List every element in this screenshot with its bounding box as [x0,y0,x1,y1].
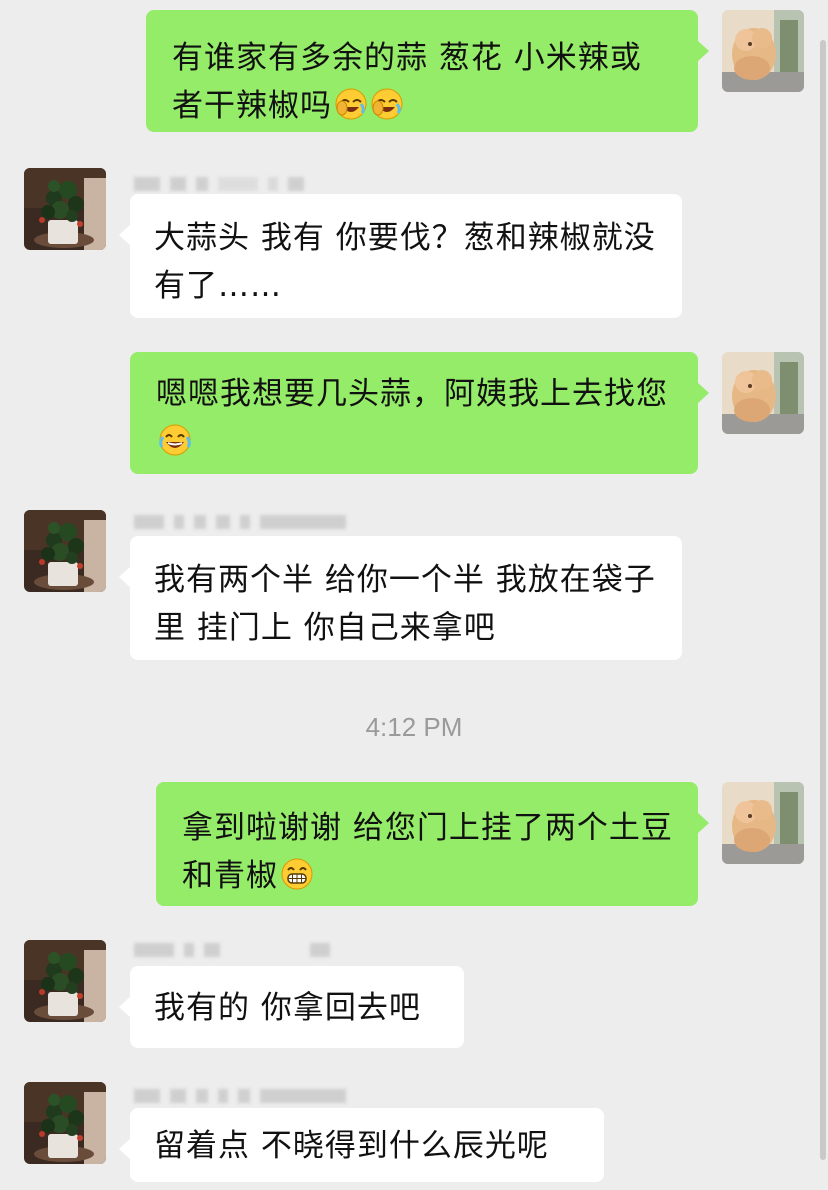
my-message-bubble[interactable]: 有谁家有多余的蒜 葱花 小米辣或者干辣椒吗 [146,10,709,132]
message-timestamp: 4:12 PM [365,712,463,742]
message-text: 拿到啦谢谢 给您门上挂了两个土豆和青椒 [182,810,673,894]
my-message-bubble[interactable]: 拿到啦谢谢 给您门上挂了两个土豆和青椒 [156,782,709,906]
dog-photo-icon [722,782,804,864]
potted-plant-photo-icon [24,510,106,592]
redacted-sender-name [134,942,330,958]
message-text: 我有两个半 给你一个半 我放在袋子里 挂门上 你自己来拿吧 [154,562,656,646]
potted-plant-photo-icon [24,1082,106,1164]
redacted-sender-name [134,1088,346,1104]
contact-avatar[interactable] [24,1082,106,1164]
dog-photo-icon [722,352,804,434]
contact-message-bubble[interactable]: 我有两个半 给你一个半 我放在袋子里 挂门上 你自己来拿吧 [119,536,682,660]
contact-message-bubble[interactable]: 我有的 你拿回去吧 [119,966,464,1048]
my-avatar[interactable] [722,352,804,434]
message-text: 我有的 你拿回去吧 [154,990,421,1026]
scrollbar[interactable] [820,40,826,1160]
redacted-sender-name [134,514,346,530]
facepalm-laugh-emoji-icon [370,87,404,121]
contact-message-bubble[interactable]: 大蒜头 我有 你要伐？葱和辣椒就没有了…… [119,194,682,318]
my-avatar[interactable] [722,782,804,864]
grin-emoji-icon [280,857,314,891]
dog-photo-icon [722,10,804,92]
message-text: 大蒜头 我有 你要伐？葱和辣椒就没有了…… [154,220,656,304]
my-avatar[interactable] [722,10,804,92]
contact-avatar[interactable] [24,510,106,592]
contact-avatar[interactable] [24,940,106,1022]
facepalm-laugh-emoji-icon [334,87,368,121]
message-text: 留着点 不晓得到什么辰光呢 [154,1128,549,1164]
message-text: 有谁家有多余的蒜 葱花 小米辣或者干辣椒吗 [172,40,642,124]
my-message-bubble[interactable]: 嗯嗯我想要几头蒜，阿姨我上去找您 [130,352,709,474]
message-text: 嗯嗯我想要几头蒜，阿姨我上去找您 [156,376,668,412]
tears-of-joy-emoji-icon [158,423,192,457]
chat-area[interactable]: 有谁家有多余的蒜 葱花 小米辣或者干辣椒吗 大蒜头 我有 你要伐？葱和辣椒就没有… [0,0,828,1190]
potted-plant-photo-icon [24,168,106,250]
contact-avatar[interactable] [24,168,106,250]
contact-message-bubble[interactable]: 留着点 不晓得到什么辰光呢 [119,1108,604,1182]
potted-plant-photo-icon [24,940,106,1022]
redacted-sender-name [134,176,304,192]
